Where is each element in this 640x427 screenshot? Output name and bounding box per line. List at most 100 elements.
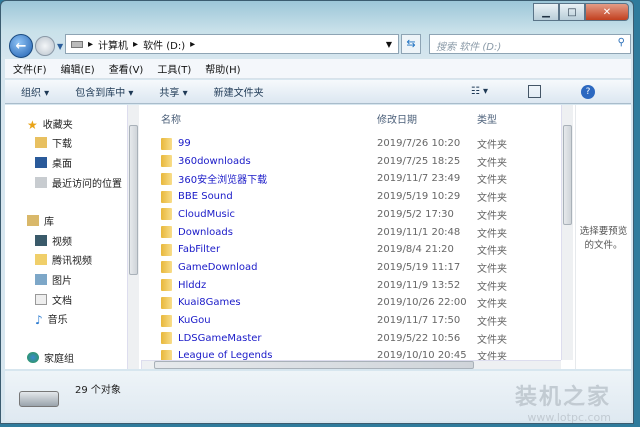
minimize-button[interactable]: ▁ xyxy=(533,3,559,21)
include-in-library-button[interactable]: 包含到库中 ▾ xyxy=(75,84,133,99)
folder-icon xyxy=(161,137,172,150)
file-type: 文件夹 xyxy=(477,246,507,258)
organize-button[interactable]: 组织 ▾ xyxy=(21,84,49,99)
content-area: ★ 收藏夹 下载 桌面 最近访问的位置 库 视频 腾讯视频 图片 文档 ♪ 音乐 家… xyxy=(5,105,631,369)
breadcrumb-computer[interactable]: 计算机 xyxy=(98,37,128,52)
nav-scrollbar-thumb[interactable] xyxy=(129,125,138,275)
column-header-name[interactable]: 名称 xyxy=(161,111,181,126)
maximize-button[interactable]: □ xyxy=(559,3,585,21)
refresh-button[interactable]: ⇆ xyxy=(401,34,421,54)
close-button[interactable]: ✕ xyxy=(585,3,629,21)
file-list-vertical-scrollbar[interactable] xyxy=(561,105,573,360)
breadcrumb-separator-icon: ▸ xyxy=(133,38,139,50)
nav-label: 下载 xyxy=(52,139,72,150)
file-type: 文件夹 xyxy=(477,263,507,275)
menu-help[interactable]: 帮助(H) xyxy=(205,61,240,76)
preview-pane: 选择要预览的文件。 xyxy=(575,105,631,369)
file-row[interactable]: KuGou 2019/11/7 17:50 文件夹 xyxy=(141,312,561,329)
folder-icon xyxy=(161,190,172,203)
folder-icon xyxy=(161,155,172,168)
horizontal-scrollbar-thumb[interactable] xyxy=(154,361,474,369)
file-type: 文件夹 xyxy=(477,140,507,151)
file-list-scrollbar-thumb[interactable] xyxy=(563,125,572,225)
file-row[interactable]: 360安全浏览器下载 2019/11/7 23:49 文件夹 xyxy=(141,170,561,187)
file-type: 文件夹 xyxy=(477,210,507,222)
file-date: 2019/5/19 10:29 xyxy=(377,191,461,203)
search-icon[interactable]: ⚲ xyxy=(618,37,625,48)
nav-label: 桌面 xyxy=(52,159,72,170)
file-list-horizontal-scrollbar[interactable] xyxy=(141,360,561,369)
file-row[interactable]: GameDownload 2019/5/19 11:17 文件夹 xyxy=(141,259,561,276)
file-row[interactable]: FabFilter 2019/8/4 21:20 文件夹 xyxy=(141,241,561,258)
menu-file[interactable]: 文件(F) xyxy=(13,61,47,76)
file-row[interactable]: BBE Sound 2019/5/19 10:29 文件夹 xyxy=(141,188,561,205)
help-icon[interactable]: ? xyxy=(581,84,595,99)
search-input[interactable]: 搜索 软件 (D:) ⚲ xyxy=(429,34,631,54)
nav-recent[interactable]: 最近访问的位置 xyxy=(35,175,122,190)
folder-icon xyxy=(161,279,172,292)
address-bar[interactable]: ▸ 计算机 ▸ 软件 (D:) ▸ ▼ xyxy=(65,34,399,54)
file-name: 360downloads xyxy=(178,155,251,167)
menu-view[interactable]: 查看(V) xyxy=(109,61,144,76)
nav-favorites[interactable]: ★ 收藏夹 xyxy=(27,116,73,132)
recent-pages-dropdown[interactable]: ▼ xyxy=(57,42,63,51)
file-date: 2019/5/2 17:30 xyxy=(377,208,454,220)
column-header-type[interactable]: 类型 xyxy=(477,111,497,126)
column-header-date[interactable]: 修改日期 xyxy=(377,111,417,126)
nav-music[interactable]: ♪ 音乐 xyxy=(35,311,68,327)
folder-icon xyxy=(161,332,172,345)
nav-pane-scrollbar[interactable] xyxy=(127,105,139,369)
recent-places-icon xyxy=(35,177,47,188)
view-options-icon[interactable]: ☷ ▾ xyxy=(471,86,488,97)
file-name: 360安全浏览器下载 xyxy=(178,175,268,187)
nav-desktop[interactable]: 桌面 xyxy=(35,155,72,170)
file-name: Downloads xyxy=(178,226,233,238)
file-type: 文件夹 xyxy=(477,193,507,205)
folder-icon xyxy=(161,261,172,274)
address-dropdown-icon[interactable]: ▼ xyxy=(386,40,392,49)
file-row[interactable]: Hlddz 2019/11/9 13:52 文件夹 xyxy=(141,277,561,294)
desktop-icon xyxy=(35,157,47,168)
watermark-brand: 装机之家 xyxy=(514,385,611,410)
nav-downloads[interactable]: 下载 xyxy=(35,135,72,150)
file-name: 99 xyxy=(178,138,191,149)
file-date: 2019/7/25 18:25 xyxy=(377,155,461,167)
nav-pictures[interactable]: 图片 xyxy=(35,272,72,287)
file-row[interactable]: Kuai8Games 2019/10/26 22:00 文件夹 xyxy=(141,294,561,311)
file-list: 名称 修改日期 类型 99 2019/7/26 10:20 文件夹 360dow… xyxy=(141,105,573,369)
file-type: 文件夹 xyxy=(477,299,507,311)
file-name: BBE Sound xyxy=(178,191,233,203)
menu-edit[interactable]: 编辑(E) xyxy=(61,61,95,76)
file-row[interactable]: LDSGameMaster 2019/5/22 10:56 文件夹 xyxy=(141,330,561,347)
file-name: Kuai8Games xyxy=(178,297,241,309)
file-type: 文件夹 xyxy=(477,317,507,328)
breadcrumb-drive[interactable]: 软件 (D:) xyxy=(143,37,185,52)
folder-icon xyxy=(161,314,172,327)
nav-label: 腾讯视频 xyxy=(52,256,92,267)
menu-bar: 文件(F) 编辑(E) 查看(V) 工具(T) 帮助(H) xyxy=(5,59,631,79)
file-date: 2019/11/1 20:48 xyxy=(377,226,461,238)
nav-homegroup[interactable]: 家庭组 xyxy=(27,350,74,365)
back-button[interactable]: ← xyxy=(9,34,33,58)
preview-pane-icon[interactable] xyxy=(528,85,541,98)
file-row[interactable]: 360downloads 2019/7/25 18:25 文件夹 xyxy=(141,153,561,170)
item-count: 29 个对象 xyxy=(75,385,121,396)
file-row[interactable]: 99 2019/7/26 10:20 文件夹 xyxy=(141,135,561,152)
file-name: KuGou xyxy=(178,315,211,326)
menu-tools[interactable]: 工具(T) xyxy=(157,61,191,76)
forward-button[interactable] xyxy=(35,36,55,56)
file-date: 2019/10/26 22:00 xyxy=(377,297,467,309)
nav-videos[interactable]: 视频 xyxy=(35,233,72,248)
file-row[interactable]: Downloads 2019/11/1 20:48 文件夹 xyxy=(141,224,561,241)
file-date: 2019/11/9 13:52 xyxy=(377,279,461,291)
file-name: FabFilter xyxy=(178,244,221,256)
share-button[interactable]: 共享 ▾ xyxy=(159,84,187,99)
nav-libraries[interactable]: 库 xyxy=(27,213,54,228)
nav-label: 视频 xyxy=(52,237,72,248)
nav-documents[interactable]: 文档 xyxy=(35,292,72,307)
folder-icon xyxy=(161,226,172,238)
music-icon: ♪ xyxy=(35,313,43,327)
new-folder-button[interactable]: 新建文件夹 xyxy=(214,84,264,99)
nav-tencent-video[interactable]: 腾讯视频 xyxy=(35,252,92,267)
file-row[interactable]: CloudMusic 2019/5/2 17:30 文件夹 xyxy=(141,206,561,223)
